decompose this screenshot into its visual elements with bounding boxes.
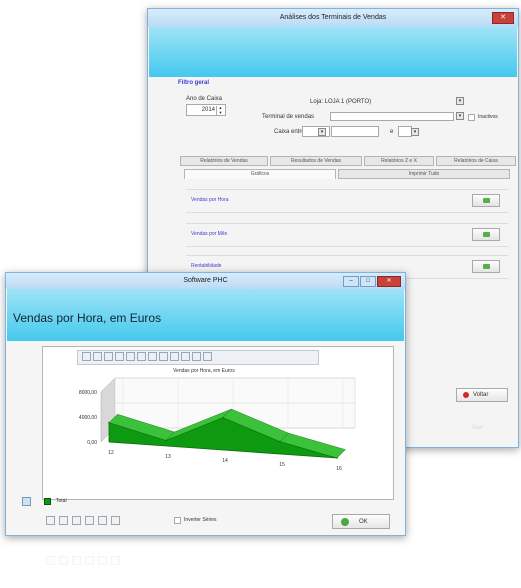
maximize-icon[interactable]: □: [360, 276, 376, 287]
ytick-label-0: 8000,00: [79, 390, 97, 396]
point-13: [165, 439, 167, 442]
caixa-from-button[interactable]: ▾: [318, 128, 326, 136]
invert-series-checkbox[interactable]: [174, 517, 181, 524]
ytick-label-1: 4000,00: [79, 415, 97, 421]
ok-button[interactable]: OK: [332, 514, 390, 529]
point-12: [108, 421, 110, 424]
phc-banner: Vendas por Hora, em Euros: [7, 289, 404, 341]
terminal-field[interactable]: [330, 112, 454, 121]
point-16: [336, 457, 338, 459]
point-15: [279, 440, 281, 443]
point-14: [222, 416, 224, 419]
phc-heading: Vendas por Hora, em Euros: [13, 311, 162, 325]
legend-toggle-icon[interactable]: [22, 497, 31, 506]
tool-icon-5-reflection: [98, 556, 107, 565]
tab-resultados-vendas[interactable]: Resultados de Vendas: [270, 156, 362, 166]
voltar-button[interactable]: Voltar: [456, 388, 508, 402]
loja-dropdown-button[interactable]: ▾: [456, 97, 464, 105]
tool-icon-3-reflection: [72, 556, 81, 565]
tab-relatorios-vendas[interactable]: Relatórios de Vendas: [180, 156, 268, 166]
go-rentabilidade-button[interactable]: [472, 260, 500, 273]
tool-icon-1-reflection: [46, 556, 55, 565]
ano-label: Ano de Caixa: [186, 96, 223, 102]
tab-relatorios-zx[interactable]: Relatórios Z e X: [364, 156, 434, 166]
filter-section-title: Filtro geral: [178, 80, 210, 86]
legend-label: Total: [56, 498, 67, 504]
terminal-label: Terminal de vendas: [262, 114, 315, 120]
tool-icon-6-reflection: [111, 556, 120, 565]
xtick-label-14: 14: [222, 458, 228, 464]
row-vendas-mes: Vendas por Mês: [186, 223, 508, 247]
tool-icon-3[interactable]: [72, 516, 81, 525]
caixa-to-button[interactable]: ▾: [411, 128, 419, 136]
link-vendas-mes[interactable]: Vendas por Mês: [191, 231, 227, 237]
legend-area: Total: [22, 496, 393, 508]
loja-value: Loja: LOJA 1 (PORTO): [310, 99, 372, 105]
subtab-graficos[interactable]: Gráficos: [184, 169, 336, 179]
inactive-label: Inactivos: [478, 114, 498, 120]
voltar-icon: [463, 392, 469, 398]
analises-close-button[interactable]: ✕: [492, 12, 514, 24]
tool-icon-5[interactable]: [98, 516, 107, 525]
analises-titlebar: Análises dos Terminais de Vendas ✕: [148, 9, 518, 27]
invert-series-label: Inverter Séries: [184, 517, 217, 523]
bottom-toolbar-reflection: [46, 556, 166, 568]
minimize-icon[interactable]: –: [343, 276, 359, 287]
ano-spinner[interactable]: ▲ ▼: [216, 105, 224, 115]
terminal-dropdown-button[interactable]: ▾: [456, 112, 464, 120]
analises-title: Análises dos Terminais de Vendas: [279, 14, 387, 21]
area-chart: 8000,00 4000,00 0,00 12 13 14 15 16: [79, 377, 356, 472]
tool-icon-1[interactable]: [46, 516, 55, 525]
close-icon[interactable]: ✕: [377, 276, 401, 287]
xtick-label-13: 13: [165, 454, 171, 460]
go-vendas-mes-button[interactable]: [472, 228, 500, 241]
caixa-sep: e: [390, 129, 394, 135]
caixa-to-field[interactable]: [398, 126, 412, 137]
tool-icon-6[interactable]: [111, 516, 120, 525]
subtab-imprimir-tudo[interactable]: Imprimir Tudo: [338, 169, 510, 179]
link-rentabilidade[interactable]: Rentabilidade: [191, 263, 222, 269]
xtick-label-12: 12: [108, 450, 114, 456]
ok-icon: [341, 518, 349, 526]
chart-panel: Vendas por Hora, em Euros 8000,00 4000,00…: [42, 346, 394, 500]
ano-input[interactable]: 2014 ▲ ▼: [186, 104, 226, 116]
xtick-label-15: 15: [279, 462, 285, 468]
tool-icon-4-reflection: [85, 556, 94, 565]
phc-window-controls: – □ ✕: [343, 276, 401, 287]
phc-titlebar: Software PHC – □ ✕: [6, 273, 405, 289]
analises-banner: [149, 27, 517, 77]
row-vendas-hora: Vendas por Hora: [186, 189, 508, 213]
caixa-label: Caixa entre: [274, 129, 305, 135]
phc-title: Software PHC: [183, 277, 228, 284]
xtick-label-16: 16: [336, 466, 342, 472]
go-vendas-hora-button[interactable]: [472, 194, 500, 207]
tool-icon-2-reflection: [59, 556, 68, 565]
link-vendas-hora[interactable]: Vendas por Hora: [191, 197, 229, 203]
caixa-from-ext[interactable]: [331, 126, 379, 137]
tab-relatorios-caixa[interactable]: Relatórios de Caixa: [436, 156, 516, 166]
ytick-label-2: 0,00: [87, 440, 97, 446]
legend-swatch: [44, 498, 51, 505]
tool-icon-2[interactable]: [59, 516, 68, 525]
sair-reflection: Sair: [472, 425, 483, 431]
bottom-toolbar: [46, 516, 166, 528]
inactive-checkbox[interactable]: [468, 114, 475, 121]
tool-icon-4[interactable]: [85, 516, 94, 525]
